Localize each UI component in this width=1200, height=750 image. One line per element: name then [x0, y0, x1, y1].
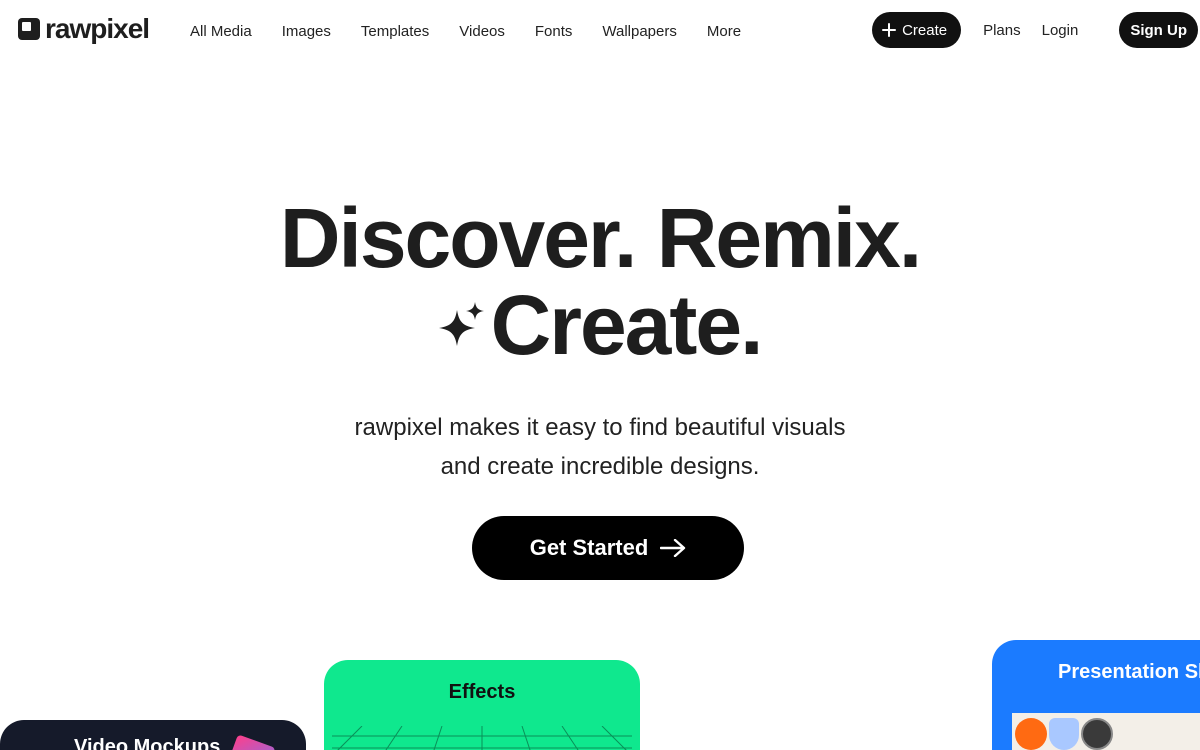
presentation-slides-card[interactable]: Presentation Slides — [992, 640, 1200, 750]
arrow-right-icon — [660, 539, 686, 557]
video-mockups-thumbnail — [224, 734, 276, 750]
create-button[interactable]: Create — [872, 12, 962, 48]
video-mockups-title: Video Mockups — [74, 736, 221, 750]
hero-subtitle: rawpixel makes it easy to find beautiful… — [0, 408, 1200, 486]
hero-title-line-2: Create. — [0, 283, 1200, 367]
nav-videos[interactable]: Videos — [459, 23, 505, 40]
signup-button[interactable]: Sign Up — [1119, 12, 1198, 48]
plans-link[interactable]: Plans — [983, 22, 1021, 39]
nav-wallpapers[interactable]: Wallpapers — [602, 23, 676, 40]
hero-title-create: Create. — [490, 278, 764, 372]
video-mockups-card[interactable]: Video Mockups — [0, 720, 306, 750]
create-button-label: Create — [902, 21, 948, 39]
nav-more[interactable]: More — [707, 23, 741, 40]
get-started-label: Get Started — [529, 535, 649, 560]
get-started-button[interactable]: Get Started — [472, 516, 744, 580]
blue-shield-shape — [1049, 718, 1079, 750]
effects-card[interactable]: Effects — [324, 660, 640, 750]
hero-subtitle-line-1: rawpixel makes it easy to find beautiful… — [354, 414, 846, 441]
presentation-preview — [1012, 713, 1200, 750]
nav-fonts[interactable]: Fonts — [535, 23, 573, 40]
main-nav: All Media Images Templates Videos Fonts … — [175, 0, 756, 62]
nav-all-media[interactable]: All Media — [190, 23, 252, 40]
orange-circle-shape — [1015, 718, 1047, 750]
login-link[interactable]: Login — [1042, 22, 1079, 39]
plus-icon — [882, 23, 897, 37]
effects-title: Effects — [448, 681, 516, 703]
account-nav: Create Plans Login Sign Up — [872, 12, 1198, 48]
hero-title-line-1: Discover. Remix. — [279, 191, 922, 285]
hero-subtitle-line-2: and create incredible designs. — [440, 453, 760, 480]
rawpixel-logo[interactable]: rawpixel — [18, 13, 150, 44]
nav-images[interactable]: Images — [282, 23, 331, 40]
grid-pattern — [332, 726, 632, 750]
logo-text: rawpixel — [45, 13, 150, 44]
avatar-image — [1081, 718, 1113, 750]
logo-icon — [18, 18, 40, 40]
top-navigation-bar: rawpixel All Media Images Templates Vide… — [0, 0, 1200, 62]
nav-templates[interactable]: Templates — [361, 23, 429, 40]
presentation-slides-title: Presentation Slides — [1058, 661, 1200, 683]
sparkle-icon — [438, 302, 484, 346]
